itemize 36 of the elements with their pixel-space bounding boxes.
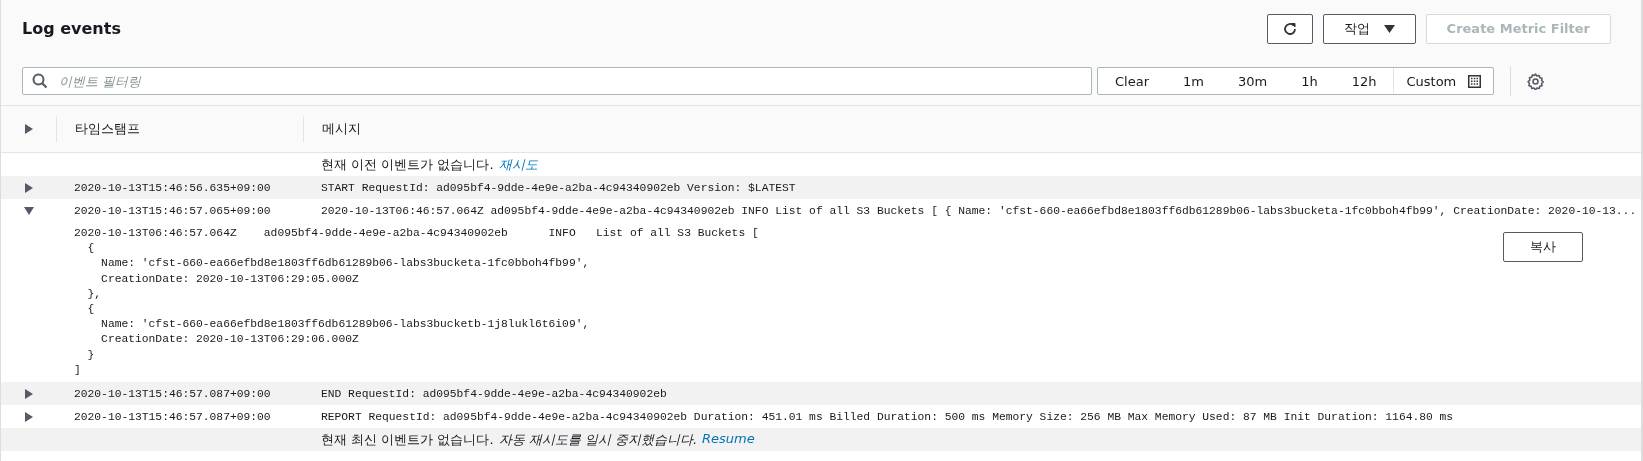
timestamp-cell: 2020-10-13T15:46:57.065+09:00 <box>74 204 271 217</box>
time-range-button[interactable]: 1h <box>1284 68 1335 94</box>
copy-button[interactable]: 복사 <box>1503 232 1583 262</box>
status-message: 현재 최신 이벤트가 없습니다. <box>321 430 494 449</box>
time-range-button[interactable]: 30m <box>1220 68 1285 94</box>
expand-all-icon[interactable] <box>24 124 33 134</box>
status-message: 현재 이전 이벤트가 없습니다. <box>321 155 494 174</box>
time-range-button[interactable]: 1m <box>1166 68 1221 94</box>
timestamp-cell: 2020-10-13T15:46:56.635+09:00 <box>74 181 271 194</box>
retry-link[interactable]: Resume <box>702 430 755 449</box>
log-detail-text: 2020-10-13T06:46:57.064Z ad095bf4-9dde-4e9e-a2ba-4c94340902eb INFO List of all S3 Buckets [ { Name: 'cfst-660-ea66efbd8e1803ff6db61289b06-labs3bucketa-1fc0bboh4fb99', CreationDate: 2020-10-13T06:29:05.000Z }, { Name: 'cfst-660-ea66efbd8e1803ff6db61289b06-labs3bucketb-1j8lukl6t6i09', CreationDate: 2020-10-13T06:29:06.000Z } ] <box>74 226 759 378</box>
refresh-icon <box>1281 20 1298 37</box>
custom-range-button[interactable]: Custom <box>1393 68 1494 94</box>
actions-dropdown-button[interactable]: 작업 <box>1322 13 1416 44</box>
timestamp-cell: 2020-10-13T15:46:57.087+09:00 <box>74 387 271 400</box>
column-header: 메시지 <box>322 121 361 136</box>
time-range-button[interactable]: Clear <box>1098 68 1166 94</box>
column-header: 타임스탬프 <box>75 121 140 136</box>
timestamp-cell: 2020-10-13T15:46:57.087+09:00 <box>74 410 271 423</box>
expand-icon[interactable] <box>23 388 34 399</box>
message-cell: START RequestId: ad095bf4-9dde-4e9e-a2ba-4c94340902eb Version: $LATEST <box>321 181 796 194</box>
expand-icon[interactable] <box>23 411 34 422</box>
expand-icon[interactable] <box>23 182 34 193</box>
search-field[interactable]: 이벤트 필터링 <box>22 67 1092 95</box>
message-cell: END RequestId: ad095bf4-9dde-4e9e-a2ba-4c94340902eb <box>321 387 667 400</box>
panel-title: Log events <box>22 19 121 38</box>
calendar-icon <box>1468 74 1482 88</box>
collapse-icon[interactable] <box>23 205 34 216</box>
status-message: 자동 재시도를 일시 중지했습니다. <box>498 430 698 449</box>
caret-icon <box>1383 24 1395 33</box>
time-range-button[interactable]: 12h <box>1334 68 1394 94</box>
refresh-button[interactable] <box>1266 13 1313 44</box>
retry-link[interactable]: 재시도 <box>498 155 538 174</box>
message-cell: 2020-10-13T06:46:57.064Z ad095bf4-9dde-4e9e-a2ba-4c94340902eb INFO List of all S3 Buckets [ { Name: 'cfst-660-ea66efbd8e1803ff6db61289b06-labs3bucketa-1fc0bboh4fb99', CreationDate: 2020-10-13... <box>321 204 1637 217</box>
message-cell: REPORT RequestId: ad095bf4-9dde-4e9e-a2ba-4c94340902eb Duration: 451.01 ms Billed Duration: 500 ms Memory Size: 256 MB Max Memory Used: 87 MB Init Duration: 1164.80 ms <box>321 410 1454 423</box>
settings-icon[interactable] <box>1527 72 1545 90</box>
